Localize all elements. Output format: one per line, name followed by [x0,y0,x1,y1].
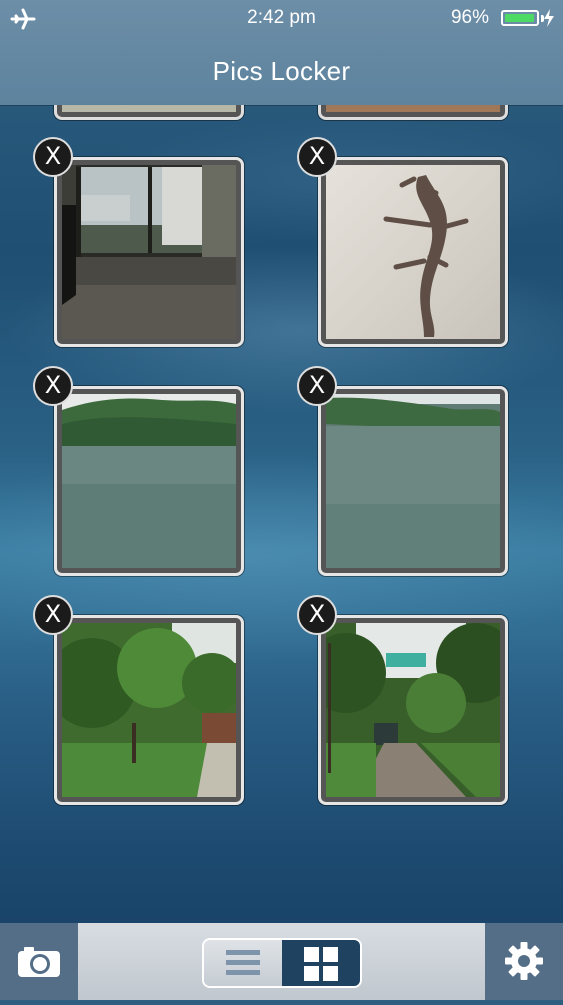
gear-icon [505,942,543,980]
battery-percent: 96% [450,7,489,28]
delete-photo-button[interactable]: X [297,137,337,177]
delete-photo-button[interactable]: X [33,366,73,406]
camera-icon [18,947,60,977]
photo-tile[interactable] [54,157,244,347]
photo-tile[interactable] [318,386,508,576]
list-view-icon [226,950,260,975]
status-bar: 2:42 pm 96% [0,0,563,38]
view-mode-segmented-control [202,938,362,988]
charging-bolt-icon [544,9,554,27]
page-title: Pics Locker [212,56,351,86]
camera-button[interactable] [0,923,78,1000]
photo-thumbnail [326,105,500,112]
photo-tile[interactable] [318,615,508,805]
photo-tile[interactable] [54,386,244,576]
delete-photo-button[interactable]: X [297,366,337,406]
bottom-toolbar [0,923,563,1000]
photo-thumbnail [62,623,236,797]
photo-tile-partial[interactable] [318,105,508,120]
photo-thumbnail [326,165,500,339]
photo-thumbnail [326,394,500,568]
navigation-bar: 2:42 pm 96% Pics Locker [0,0,563,105]
photo-thumbnail [326,623,500,797]
list-view-button[interactable] [204,940,282,986]
photo-tile[interactable] [318,157,508,347]
delete-photo-button[interactable]: X [33,595,73,635]
photo-thumbnail [62,165,236,339]
photo-thumbnail [62,394,236,568]
delete-photo-button[interactable]: X [297,595,337,635]
photo-tile[interactable] [54,615,244,805]
grid-view-button[interactable] [282,940,360,986]
settings-button[interactable] [485,923,563,1000]
grid-view-icon [304,947,338,981]
delete-photo-button[interactable]: X [33,137,73,177]
battery-icon [501,10,539,26]
photo-tile-partial[interactable] [54,105,244,120]
battery-level-fill [505,14,534,22]
photo-thumbnail [62,105,236,112]
photo-grid: X X X X X X [0,105,563,923]
